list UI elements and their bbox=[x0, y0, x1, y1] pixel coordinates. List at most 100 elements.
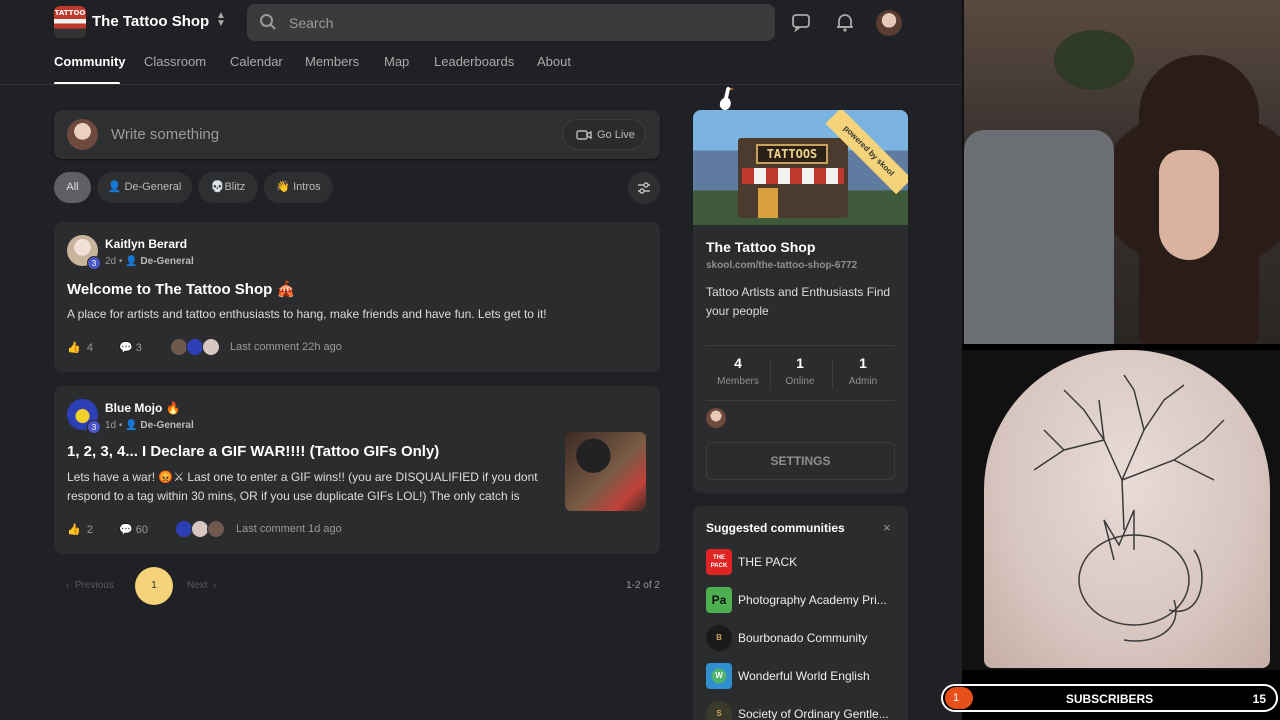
author-name[interactable]: Kaitlyn Berard bbox=[105, 237, 187, 251]
switch-community-icon[interactable]: ▲ ▼ bbox=[214, 11, 228, 32]
tab-calendar[interactable]: Calendar bbox=[230, 54, 283, 69]
community-description: Tattoo Artists and Enthusiasts Find your… bbox=[706, 285, 891, 318]
divider bbox=[706, 345, 895, 346]
community-icon: Pa bbox=[706, 587, 732, 613]
comment-button[interactable]: 💬 3 bbox=[119, 341, 142, 354]
tab-community[interactable]: Community bbox=[54, 54, 126, 69]
filter-label: Intros bbox=[293, 181, 321, 193]
community-icon: S bbox=[706, 701, 732, 720]
next-page-button[interactable]: Next › bbox=[187, 580, 216, 591]
subscriber-goal-bar: 1 SUBSCRIBERS 15 bbox=[941, 684, 1278, 712]
video-camera-icon bbox=[576, 130, 592, 140]
header-divider bbox=[0, 84, 962, 85]
tattoo-camera-panel bbox=[962, 350, 1280, 670]
post-time: 1d bbox=[105, 420, 117, 431]
stat-label: Admin bbox=[848, 376, 878, 387]
bell-icon[interactable] bbox=[834, 11, 856, 33]
skool-app: TATTOO The Tattoo Shop ▲▼ Community Clas… bbox=[0, 0, 962, 720]
filter-de-general[interactable]: 👤 De-General bbox=[97, 172, 192, 203]
tab-classroom[interactable]: Classroom bbox=[144, 54, 206, 69]
search-input[interactable] bbox=[289, 4, 759, 41]
tab-leaderboards[interactable]: Leaderboards bbox=[434, 54, 514, 69]
level-badge: 3 bbox=[87, 256, 101, 270]
suggested-heading: Suggested communities bbox=[706, 521, 845, 535]
level-badge: 3 bbox=[87, 420, 101, 434]
comment-button[interactable]: 💬 60 bbox=[119, 523, 148, 536]
community-icon: B bbox=[706, 625, 732, 651]
community-name[interactable]: The Tattoo Shop bbox=[92, 13, 209, 30]
tab-members[interactable]: Members bbox=[305, 54, 359, 69]
filter-all[interactable]: All bbox=[54, 172, 91, 203]
like-count: 4 bbox=[86, 342, 93, 354]
plant bbox=[1054, 30, 1134, 90]
like-count: 2 bbox=[86, 524, 93, 536]
subscriber-label: SUBSCRIBERS bbox=[1065, 692, 1154, 706]
post-meta: 1d • 👤 De-General bbox=[105, 420, 194, 431]
stat-members[interactable]: 4 Members bbox=[706, 355, 770, 387]
community-logo[interactable]: TATTOO bbox=[54, 6, 86, 38]
thumbs-up-icon: 👍 bbox=[67, 524, 81, 536]
settings-button[interactable]: SETTINGS bbox=[706, 442, 895, 480]
post-card[interactable]: 3 Kaitlyn Berard 2d • 👤 De-General Welco… bbox=[54, 222, 660, 372]
suggested-communities: Suggested communities × THE PACK THE PACK… bbox=[693, 506, 908, 720]
wave-icon: 👋 bbox=[276, 181, 291, 193]
tab-map[interactable]: Map bbox=[384, 54, 409, 69]
stat-label: Online bbox=[785, 376, 815, 387]
filter-settings-button[interactable] bbox=[628, 172, 660, 204]
stat-value: 1 bbox=[859, 355, 867, 371]
post-composer[interactable]: Write something Go Live bbox=[54, 110, 660, 159]
post-stats: 👍 2 💬 60 Last comment 1d ago bbox=[67, 520, 647, 540]
post-body: A place for artists and tattoo enthusias… bbox=[67, 307, 547, 321]
sliders-icon bbox=[638, 182, 650, 194]
last-comment: Last comment 1d ago bbox=[236, 523, 342, 535]
post-meta: 2d • 👤 De-General bbox=[105, 256, 194, 267]
post-category[interactable]: De-General bbox=[140, 256, 193, 267]
suggested-name: THE PACK bbox=[738, 555, 798, 569]
tab-about[interactable]: About bbox=[537, 54, 571, 69]
go-live-button[interactable]: Go Live bbox=[562, 119, 646, 150]
commenter-avatar bbox=[202, 338, 220, 356]
like-button[interactable]: 👍 2 bbox=[67, 523, 93, 536]
community-card: TATTOOS powered by skool The Tattoo Shop… bbox=[693, 110, 908, 493]
filter-intros[interactable]: 👋 Intros bbox=[264, 172, 333, 203]
go-live-label: Go Live bbox=[597, 129, 635, 141]
user-avatar[interactable] bbox=[876, 10, 902, 36]
previous-page-button[interactable]: ‹ Previous bbox=[66, 580, 114, 591]
stat-online[interactable]: 1 Online bbox=[768, 355, 832, 387]
door bbox=[758, 188, 778, 218]
member-avatar[interactable] bbox=[706, 408, 726, 428]
composer-placeholder[interactable]: Write something bbox=[111, 126, 219, 143]
suggested-name: Wonderful World English bbox=[738, 669, 870, 683]
close-icon[interactable]: × bbox=[883, 520, 891, 535]
chair bbox=[964, 130, 1114, 344]
search-bar[interactable] bbox=[247, 4, 775, 41]
post-thumbnail[interactable] bbox=[565, 432, 646, 511]
community-banner[interactable]: TATTOOS powered by skool bbox=[693, 110, 908, 225]
filter-label: De-General bbox=[124, 181, 182, 193]
post-card[interactable]: 3 Blue Mojo 🔥 1d • 👤 De-General 1, 2, 3,… bbox=[54, 386, 660, 554]
community-url[interactable]: skool.com/the-tattoo-shop-6772 bbox=[706, 260, 857, 271]
goose-mascot-icon bbox=[719, 86, 734, 110]
post-category[interactable]: De-General bbox=[140, 420, 193, 431]
top-bar: TATTOO The Tattoo Shop ▲ ▼ bbox=[0, 0, 962, 44]
post-title[interactable]: Welcome to The Tattoo Shop 🎪 bbox=[67, 280, 295, 298]
author-name[interactable]: Blue Mojo 🔥 bbox=[105, 401, 181, 415]
stat-admin[interactable]: 1 Admin bbox=[831, 355, 895, 387]
person-icon: 👤 bbox=[125, 420, 138, 431]
suggested-name: Bourbonado Community bbox=[738, 631, 868, 645]
person-icon: 👤 bbox=[107, 181, 122, 193]
like-button[interactable]: 👍 4 bbox=[67, 341, 93, 354]
comment-count: 60 bbox=[135, 524, 149, 536]
thumbs-up-icon: 👍 bbox=[67, 342, 81, 354]
suggested-name: Society of Ordinary Gentle... bbox=[738, 707, 889, 720]
filter-blitz[interactable]: 💀Blitz bbox=[198, 172, 258, 203]
composer-avatar bbox=[67, 119, 98, 150]
comment-icon: 💬 bbox=[119, 524, 133, 536]
post-time: 2d bbox=[105, 256, 117, 267]
page-number-current[interactable]: 1 bbox=[135, 567, 173, 605]
post-count: 1-2 of 2 bbox=[626, 580, 660, 591]
chat-icon[interactable] bbox=[790, 11, 812, 33]
skull-icon: 💀 bbox=[210, 181, 225, 193]
logo-text: TATTOO bbox=[54, 9, 86, 17]
post-title[interactable]: 1, 2, 3, 4... I Declare a GIF WAR!!!! (T… bbox=[67, 443, 439, 460]
